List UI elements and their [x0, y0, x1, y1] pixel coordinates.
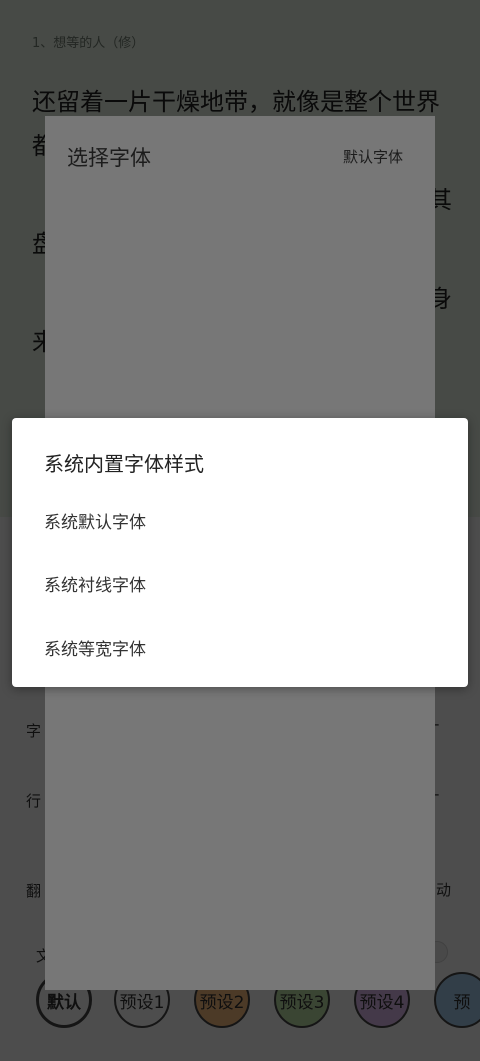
font-option-monospace[interactable]: 系统等宽字体 [44, 635, 146, 660]
dialog-title: 系统内置字体样式 [44, 452, 204, 476]
font-option-default[interactable]: 系统默认字体 [44, 508, 146, 533]
system-font-dialog: 系统内置字体样式 系统默认字体 系统衬线字体 系统等宽字体 [12, 418, 468, 687]
font-option-serif[interactable]: 系统衬线字体 [44, 571, 146, 596]
